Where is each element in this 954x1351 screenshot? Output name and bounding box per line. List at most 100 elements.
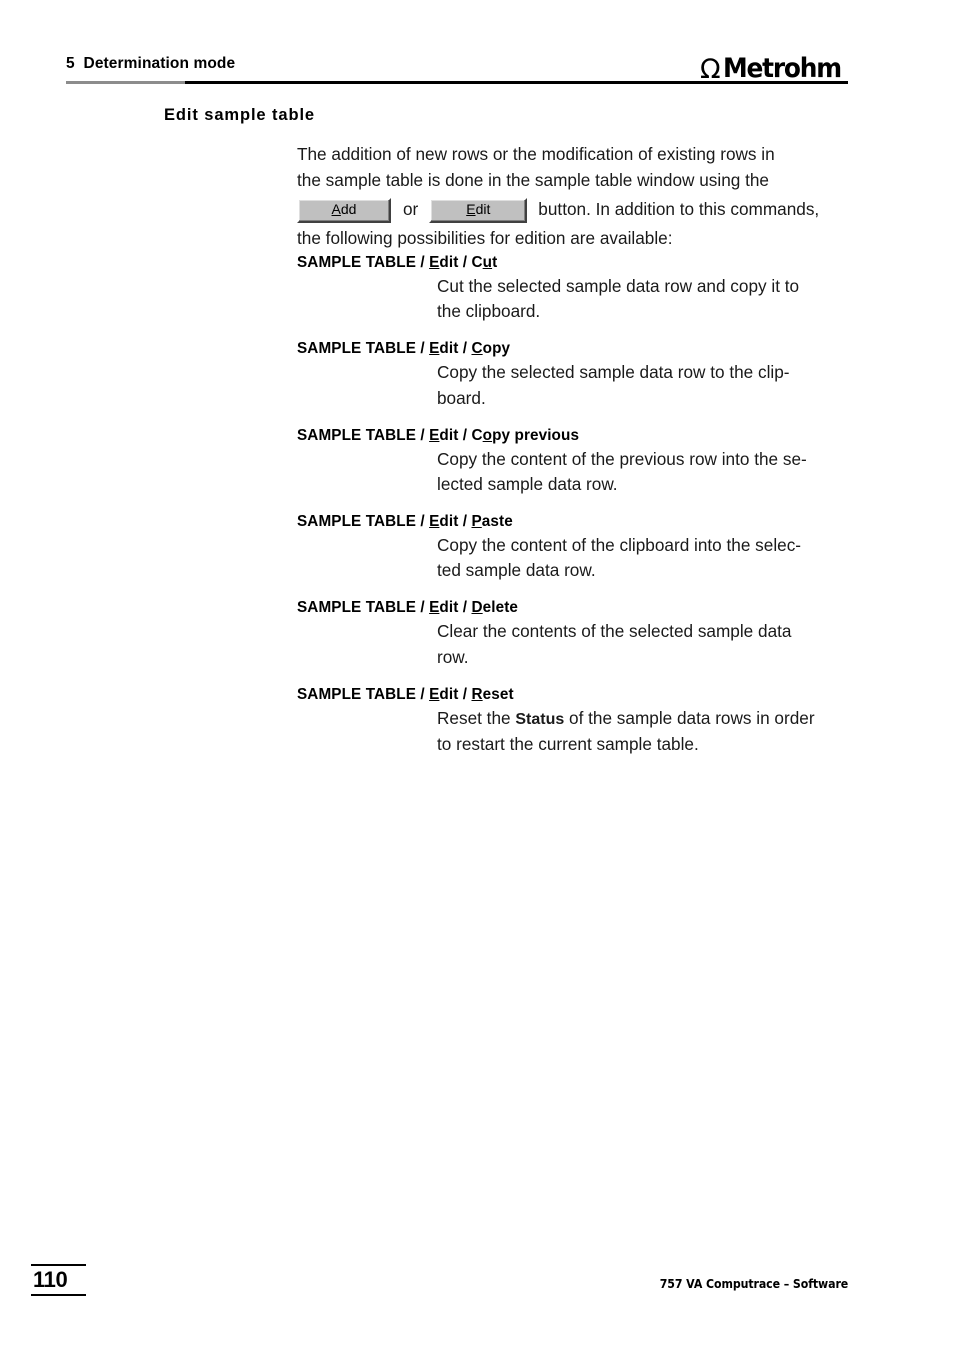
- menu-root: SAMPLE TABLE: [297, 685, 417, 703]
- menu-leaf-post: t: [492, 254, 498, 271]
- menu-leaf-pre: C: [471, 426, 483, 444]
- menu-separator: /: [416, 426, 430, 444]
- add-button[interactable]: Add: [297, 197, 391, 223]
- desc-line-2: board.: [437, 387, 486, 408]
- menu-leaf-mnemonic: D: [471, 599, 483, 617]
- intro-paragraph: The addition of new rows or the modifica…: [297, 142, 848, 252]
- document-page: 5 Determination mode Ω Metrohm Edit samp…: [0, 0, 954, 1351]
- edit-button-mnemonic: E: [466, 201, 476, 218]
- intro-after-buttons-text: button. In addition to this commands,: [538, 199, 820, 220]
- menu-separator-2: /: [458, 426, 472, 444]
- menu-leaf-mnemonic: o: [482, 426, 493, 444]
- menu-root: SAMPLE TABLE: [297, 599, 417, 617]
- menu-edit-mnemonic: E: [429, 685, 440, 703]
- menu-separator-2: /: [458, 599, 472, 617]
- edit-button[interactable]: Edit: [429, 197, 528, 223]
- menu-edit-rest: dit: [439, 685, 459, 703]
- header-rule-gray-segment: [66, 81, 185, 84]
- menu-edit-mnemonic: E: [429, 426, 440, 444]
- command-description: Copy the content of the previous row int…: [437, 447, 848, 498]
- command-description: Reset the Status of the sample data rows…: [437, 706, 848, 758]
- menu-edit-rest: dit: [439, 599, 459, 617]
- menu-separator-2: /: [458, 512, 472, 530]
- metrohm-logo: Ω Metrohm: [700, 53, 851, 85]
- menu-separator-2: /: [458, 685, 472, 703]
- menu-edit-rest: dit: [439, 340, 459, 358]
- intro-line-1: The addition of new rows or the modifica…: [297, 144, 775, 164]
- desc-line-2: ted sample data row.: [437, 560, 596, 581]
- intro-line-4: the following possibilities for edition …: [297, 228, 673, 249]
- menu-root: SAMPLE TABLE: [297, 426, 417, 444]
- menu-leaf-pre: C: [471, 254, 483, 271]
- page-title: Edit sample table: [164, 106, 316, 124]
- desc-line-1: Copy the content of the previous row int…: [437, 448, 807, 469]
- menu-path-paste: SAMPLE TABLE / Edit / Paste: [297, 511, 848, 532]
- desc-text-after-status: of the sample data rows in order: [564, 707, 815, 728]
- menu-leaf-post: elete: [482, 599, 519, 617]
- add-button-label-rest: dd: [340, 201, 357, 218]
- menu-separator-2: /: [458, 254, 472, 271]
- menu-root: SAMPLE TABLE: [297, 340, 417, 358]
- menu-separator-2: /: [458, 340, 472, 358]
- menu-edit-rest: dit: [439, 426, 459, 444]
- command-description: Clear the contents of the selected sampl…: [437, 619, 848, 670]
- menu-separator: /: [416, 254, 430, 271]
- desc-line-2: to restart the current sample table.: [437, 733, 699, 754]
- desc-line-1: Clear the contents of the selected sampl…: [437, 621, 792, 642]
- menu-leaf-post: py previous: [492, 426, 580, 444]
- list-item: SAMPLE TABLE / Edit / Paste Copy the con…: [297, 511, 848, 584]
- metrohm-wordmark: Metrohm: [722, 53, 842, 84]
- menu-root: SAMPLE TABLE: [297, 512, 417, 530]
- status-keyword: Status: [515, 710, 565, 728]
- list-item: SAMPLE TABLE / Edit / Copy previous Copy…: [297, 425, 848, 498]
- menu-leaf-post: aste: [481, 512, 513, 530]
- footer-product-name: 757 VA Computrace – Software: [659, 1276, 849, 1291]
- menu-path-reset: SAMPLE TABLE / Edit / Reset: [297, 684, 848, 705]
- menu-path-copy-previous: SAMPLE TABLE / Edit / Copy previous: [297, 425, 848, 446]
- menu-edit-mnemonic: E: [429, 599, 440, 617]
- desc-line-2: lected sample data row.: [437, 474, 618, 495]
- page-number: 110: [33, 1267, 68, 1292]
- desc-line-1: Reset the Status of the sample data rows…: [437, 706, 848, 732]
- menu-path-cut: SAMPLE TABLE / Edit / Cut: [297, 252, 848, 273]
- list-item: SAMPLE TABLE / Edit / Reset Reset the St…: [297, 684, 848, 758]
- desc-line-1: Cut the selected sample data row and cop…: [437, 276, 800, 296]
- desc-line-2: the clipboard.: [437, 301, 541, 322]
- menu-leaf-post: eset: [482, 685, 514, 703]
- menu-edit-mnemonic: E: [429, 340, 440, 358]
- menu-edit-mnemonic: E: [429, 254, 440, 271]
- menu-leaf-mnemonic: P: [471, 512, 482, 530]
- menu-leaf-mnemonic: u: [482, 254, 493, 271]
- list-item: SAMPLE TABLE / Edit / Delete Clear the c…: [297, 597, 848, 670]
- command-description: Cut the selected sample data row and cop…: [437, 274, 848, 325]
- menu-separator: /: [416, 340, 430, 358]
- menu-leaf-mnemonic: R: [471, 685, 483, 703]
- menu-leaf-post: opy: [482, 340, 511, 358]
- command-description: Copy the content of the clipboard into t…: [437, 533, 848, 584]
- menu-edit-rest: dit: [439, 512, 459, 530]
- omega-icon: Ω: [700, 54, 721, 85]
- edit-button-label-rest: dit: [475, 201, 491, 218]
- menu-separator: /: [416, 512, 430, 530]
- command-description: Copy the selected sample data row to the…: [437, 360, 848, 411]
- menu-path-delete: SAMPLE TABLE / Edit / Delete: [297, 597, 848, 618]
- menu-separator: /: [416, 685, 430, 703]
- menu-path-copy: SAMPLE TABLE / Edit / Copy: [297, 338, 848, 359]
- desc-line-2: row.: [437, 646, 469, 667]
- command-list: SAMPLE TABLE / Edit / Cut Cut the select…: [297, 252, 848, 757]
- add-button-mnemonic: A: [331, 201, 341, 218]
- intro-line-2: the sample table is done in the sample t…: [297, 169, 769, 190]
- menu-edit-rest: dit: [439, 254, 459, 271]
- page-footer: 110 757 VA Computrace – Software: [0, 1264, 954, 1314]
- connector-or: or: [403, 199, 419, 220]
- page-number-block: 110: [31, 1264, 86, 1296]
- desc-line-1: Copy the content of the clipboard into t…: [437, 534, 802, 555]
- intro-button-row: Add or Edit button. In addition to this …: [297, 196, 848, 224]
- menu-separator: /: [416, 599, 430, 617]
- desc-line-1: Copy the selected sample data row to the…: [437, 362, 790, 383]
- list-item: SAMPLE TABLE / Edit / Cut Cut the select…: [297, 252, 848, 325]
- menu-edit-mnemonic: E: [429, 512, 440, 530]
- desc-text-before-status: Reset the: [437, 707, 516, 728]
- list-item: SAMPLE TABLE / Edit / Copy Copy the sele…: [297, 338, 848, 411]
- menu-root: SAMPLE TABLE: [297, 254, 417, 271]
